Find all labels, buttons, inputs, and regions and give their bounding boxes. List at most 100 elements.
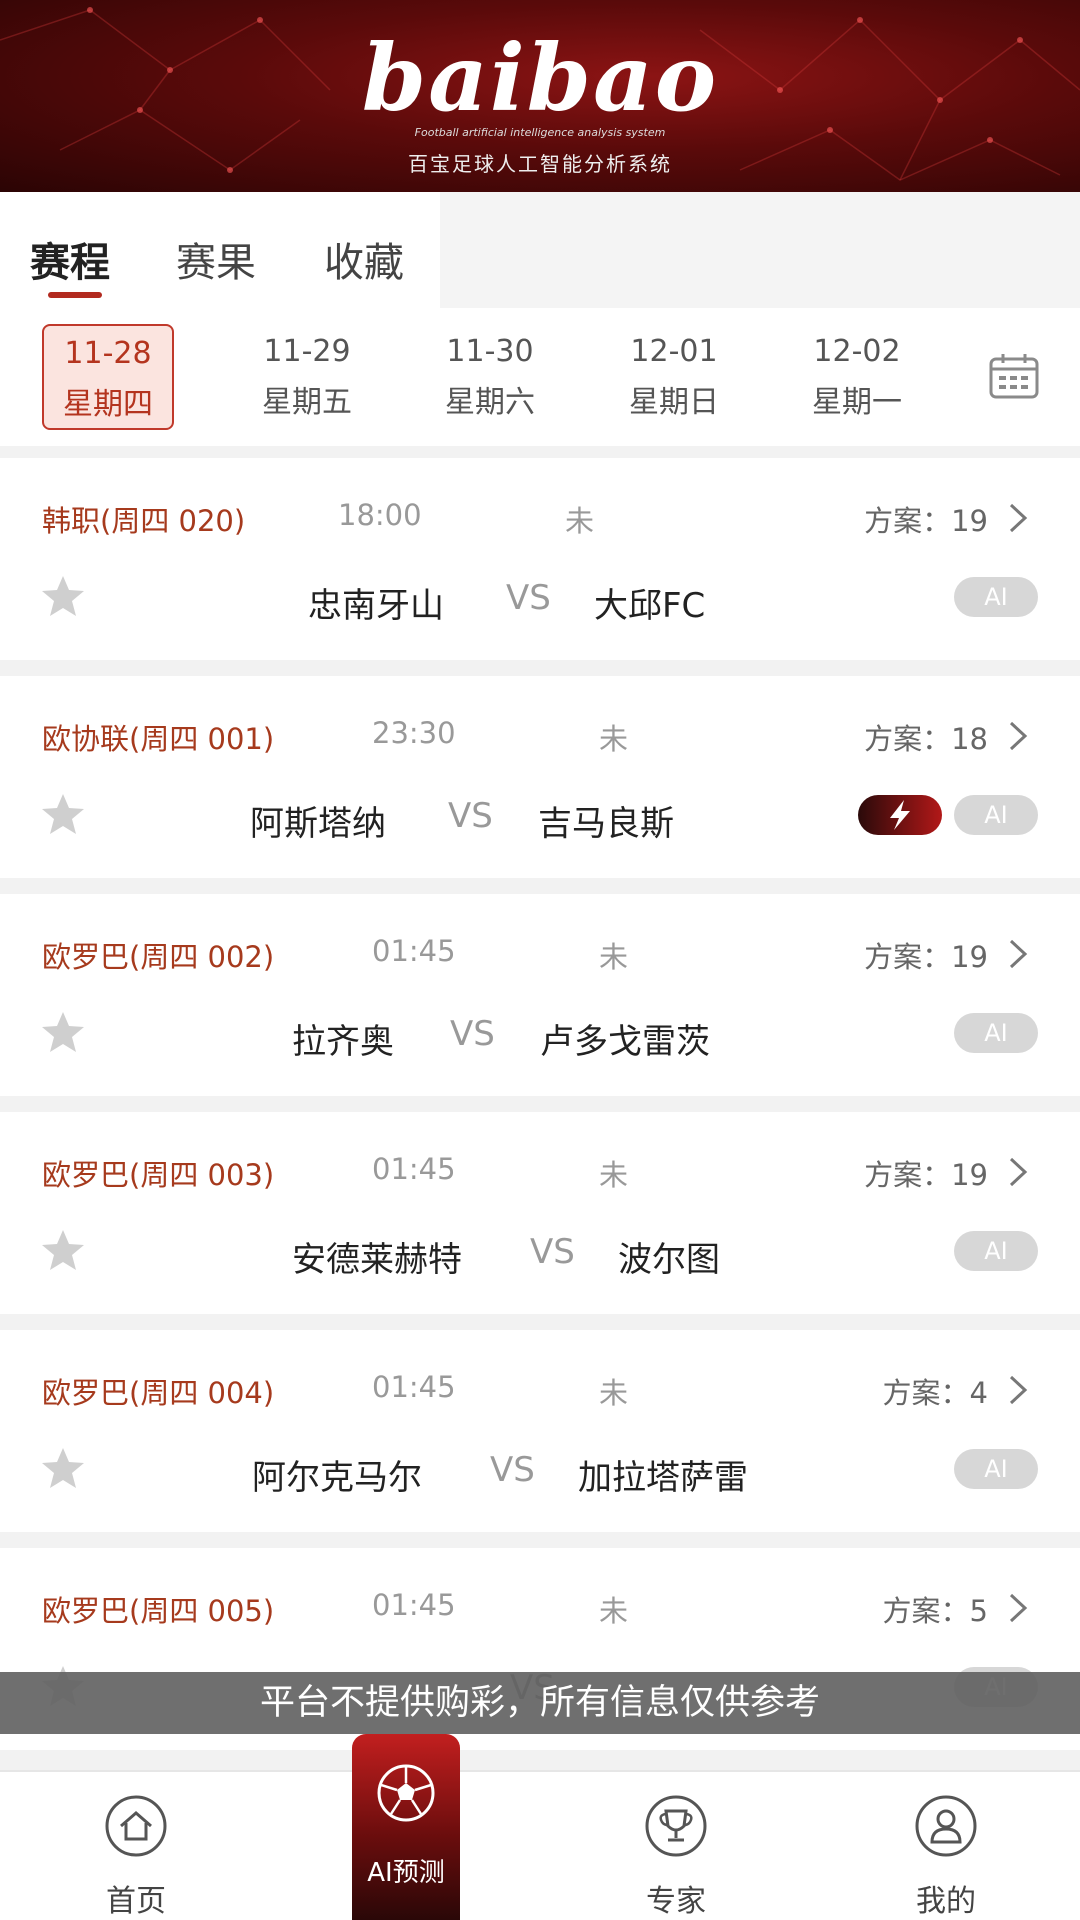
date-weekday: 星期四 xyxy=(63,387,153,422)
football-icon xyxy=(377,1764,435,1822)
hot-badge[interactable] xyxy=(858,795,942,835)
date-weekday: 星期日 xyxy=(629,385,719,420)
match-plan-count: 方案：18 xyxy=(864,722,988,756)
star-icon[interactable] xyxy=(40,1228,86,1272)
nav-ai-label: AI预测 xyxy=(367,1858,445,1888)
trophy-icon xyxy=(645,1795,707,1857)
header-banner: baibao Football artificial intelligence … xyxy=(0,0,1080,192)
match-league: 欧罗巴(周四 005) xyxy=(42,1594,275,1628)
date-item[interactable]: 11-29 星期五 xyxy=(241,324,373,430)
date-selector: 11-28 星期四 11-29 星期五 11-30 星期六 12-01 星期日 … xyxy=(0,308,1080,446)
main-tabs: 赛程 赛果 收藏 xyxy=(0,192,1080,308)
away-team: 吉马良斯 xyxy=(538,804,674,844)
app-root: baibao Football artificial intelligence … xyxy=(0,0,1080,1920)
match-card[interactable]: 欧罗巴(周四 003) 01:45 未 方案：19 安德莱赫特 VS 波尔图 A… xyxy=(0,1112,1080,1314)
chevron-right-icon[interactable] xyxy=(1006,1372,1030,1408)
vs-label: VS xyxy=(448,796,493,836)
nav-expert-label: 专家 xyxy=(646,1884,706,1919)
match-league: 欧协联(周四 001) xyxy=(42,722,275,756)
match-league: 欧罗巴(周四 004) xyxy=(42,1376,275,1410)
date-day: 11-28 xyxy=(64,336,152,371)
home-team: 阿尔克马尔 xyxy=(252,1458,422,1498)
chevron-right-icon[interactable] xyxy=(1006,936,1030,972)
match-card[interactable]: 韩职(周四 020) 18:00 未 方案：19 忠南牙山 VS 大邱FC AI xyxy=(0,458,1080,660)
brand-logo: baibao xyxy=(361,24,719,132)
ai-badge[interactable]: AI xyxy=(954,577,1038,617)
star-icon[interactable] xyxy=(40,1446,86,1490)
date-weekday: 星期一 xyxy=(812,385,902,420)
date-item[interactable]: 11-30 星期六 xyxy=(424,324,556,430)
match-status: 未 xyxy=(599,1376,629,1410)
match-card[interactable]: 欧罗巴(周四 004) 01:45 未 方案：4 阿尔克马尔 VS 加拉塔萨雷 … xyxy=(0,1330,1080,1532)
date-day: 12-01 xyxy=(630,334,718,369)
disclaimer-banner: 平台不提供购彩，所有信息仅供参考 xyxy=(0,1672,1080,1734)
star-icon[interactable] xyxy=(40,1010,86,1054)
away-team: 波尔图 xyxy=(618,1240,720,1280)
match-league: 欧罗巴(周四 003) xyxy=(42,1158,275,1192)
ai-badge[interactable]: AI xyxy=(954,795,1038,835)
brand-tagline: Football artificial intelligence analysi… xyxy=(414,126,666,139)
tab-results[interactable]: 赛果 xyxy=(176,230,256,288)
ai-badge[interactable]: AI xyxy=(954,1013,1038,1053)
away-team: 卢多戈雷茨 xyxy=(540,1022,710,1062)
home-team: 拉齐奥 xyxy=(292,1022,394,1062)
match-status: 未 xyxy=(599,940,629,974)
date-item[interactable]: 11-28 星期四 xyxy=(42,324,174,430)
date-day: 11-29 xyxy=(263,334,351,369)
user-icon xyxy=(915,1795,977,1857)
date-weekday: 星期五 xyxy=(262,385,352,420)
vs-label: VS xyxy=(490,1450,535,1490)
nav-ai-predict[interactable]: AI预测 xyxy=(352,1734,460,1920)
nav-home-label: 首页 xyxy=(106,1884,166,1919)
match-status: 未 xyxy=(565,504,595,538)
home-team: 阿斯塔纳 xyxy=(250,804,386,844)
tab-favorites[interactable]: 收藏 xyxy=(324,230,404,288)
nav-expert[interactable]: 专家 xyxy=(576,1772,776,1920)
chevron-right-icon[interactable] xyxy=(1006,1154,1030,1190)
match-status: 未 xyxy=(599,722,629,756)
chevron-right-icon[interactable] xyxy=(1006,500,1030,536)
match-card[interactable]: 欧罗巴(周四 002) 01:45 未 方案：19 拉齐奥 VS 卢多戈雷茨 A… xyxy=(0,894,1080,1096)
nav-mine[interactable]: 我的 xyxy=(846,1772,1046,1920)
chevron-right-icon[interactable] xyxy=(1006,718,1030,754)
match-league: 欧罗巴(周四 002) xyxy=(42,940,275,974)
date-item[interactable]: 12-02 星期一 xyxy=(791,324,923,430)
ai-badge[interactable]: AI xyxy=(954,1231,1038,1271)
match-time: 18:00 xyxy=(338,498,422,532)
match-time: 01:45 xyxy=(372,934,456,968)
date-day: 11-30 xyxy=(446,334,534,369)
home-team: 忠南牙山 xyxy=(308,586,444,626)
vs-label: VS xyxy=(450,1014,495,1054)
match-card[interactable]: 欧协联(周四 001) 23:30 未 方案：18 阿斯塔纳 VS 吉马良斯 A… xyxy=(0,676,1080,878)
match-plan-count: 方案：4 xyxy=(882,1376,988,1410)
chevron-right-icon[interactable] xyxy=(1006,1590,1030,1626)
match-status: 未 xyxy=(599,1594,629,1628)
brand-subtitle: 百宝足球人工智能分析系统 xyxy=(408,152,672,176)
match-league: 韩职(周四 020) xyxy=(42,504,246,538)
nav-home[interactable]: 首页 xyxy=(36,1772,236,1920)
calendar-icon[interactable] xyxy=(988,352,1040,400)
match-time: 01:45 xyxy=(372,1370,456,1404)
match-time: 01:45 xyxy=(372,1588,456,1622)
nav-mine-label: 我的 xyxy=(916,1884,976,1919)
date-day: 12-02 xyxy=(813,334,901,369)
match-plan-count: 方案：19 xyxy=(864,940,988,974)
vs-label: VS xyxy=(530,1232,575,1272)
star-icon[interactable] xyxy=(40,792,86,836)
match-time: 01:45 xyxy=(372,1152,456,1186)
date-item[interactable]: 12-01 星期日 xyxy=(608,324,740,430)
away-team: 大邱FC xyxy=(594,586,706,626)
star-icon[interactable] xyxy=(40,574,86,618)
match-plan-count: 方案：19 xyxy=(864,504,988,538)
lightning-icon xyxy=(890,800,910,830)
date-weekday: 星期六 xyxy=(445,385,535,420)
tab-active-indicator xyxy=(48,292,102,298)
away-team: 加拉塔萨雷 xyxy=(578,1458,748,1498)
ai-badge[interactable]: AI xyxy=(954,1449,1038,1489)
match-plan-count: 方案：19 xyxy=(864,1158,988,1192)
bottom-nav: 首页 专家 我的 xyxy=(0,1770,1080,1920)
tab-schedule[interactable]: 赛程 xyxy=(30,230,110,288)
match-status: 未 xyxy=(599,1158,629,1192)
home-team: 安德莱赫特 xyxy=(292,1240,462,1280)
match-time: 23:30 xyxy=(372,716,456,750)
